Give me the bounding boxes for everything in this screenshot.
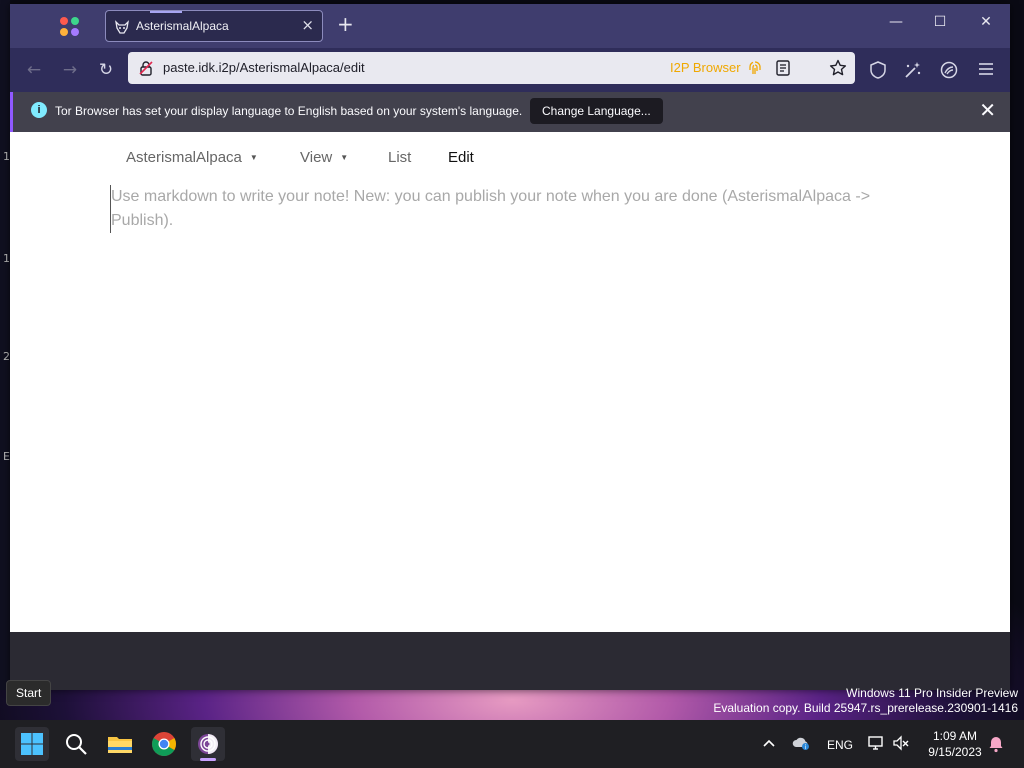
windows-logo-icon xyxy=(21,733,43,755)
url-bar[interactable]: paste.idk.i2p/AsterismalAlpaca/edit I2P … xyxy=(128,52,855,84)
maximize-button[interactable]: ☐ xyxy=(930,14,950,30)
tab-strip: AsterismalAlpaca × + — ☐ ✕ xyxy=(10,4,1010,48)
start-button[interactable] xyxy=(15,727,49,761)
taskbar-search-button[interactable] xyxy=(59,727,93,761)
url-text[interactable]: paste.idk.i2p/AsterismalAlpaca/edit xyxy=(163,60,365,75)
caret-down-icon: ▼ xyxy=(249,153,258,162)
onion-security-icon[interactable] xyxy=(138,60,154,76)
bookmark-star-icon[interactable] xyxy=(829,59,847,77)
page-content: AsterismalAlpaca ▼ View ▼ List Edit Use ma… xyxy=(10,132,1010,632)
desktop-edge-glyph: 2 xyxy=(3,350,10,363)
minimize-button[interactable]: — xyxy=(886,14,906,30)
nav-link-edit[interactable]: Edit xyxy=(448,149,474,166)
windows-watermark: Windows 11 Pro Insider Preview Evaluatio… xyxy=(713,686,1018,716)
language-indicator[interactable]: ENG xyxy=(827,738,853,752)
desktop-edge-glyph: 1 xyxy=(3,150,10,163)
notification-close-icon[interactable]: ✕ xyxy=(979,100,996,120)
chrome-icon xyxy=(152,732,176,757)
tab-close-icon[interactable]: × xyxy=(301,17,314,33)
forward-button[interactable]: → xyxy=(60,60,80,80)
alpaca-favicon-icon xyxy=(115,20,129,34)
back-button[interactable]: ← xyxy=(24,60,44,80)
desktop-edge: 1 1 2 E xyxy=(0,0,10,690)
tor-circuit-icon[interactable] xyxy=(940,61,958,79)
browser-window: AsterismalAlpaca × + — ☐ ✕ ← → ↻ paste.i… xyxy=(10,4,1010,690)
fingerprint-icon[interactable] xyxy=(748,60,762,76)
tor-browser-icon xyxy=(198,734,218,754)
network-icon[interactable] xyxy=(868,735,886,751)
system-clock[interactable]: 1:09 AM 9/15/2023 xyxy=(920,728,990,760)
nav-menu-asterismal-alpaca[interactable]: AsterismalAlpaca ▼ xyxy=(126,149,258,166)
active-app-indicator xyxy=(200,758,216,761)
clock-time: 1:09 AM xyxy=(932,729,978,743)
file-explorer-button[interactable] xyxy=(103,727,137,761)
nav-menu-view[interactable]: View ▼ xyxy=(300,149,348,166)
volume-muted-icon[interactable] xyxy=(892,735,910,751)
change-language-button[interactable]: Change Language... xyxy=(530,98,663,124)
shield-icon[interactable] xyxy=(870,61,886,79)
new-tab-button[interactable]: + xyxy=(337,14,354,34)
caret-down-icon: ▼ xyxy=(340,153,349,162)
info-icon: i xyxy=(31,102,47,118)
language-notification-bar: i Tor Browser has set your display langu… xyxy=(10,92,1010,132)
tab-asterismal-alpaca[interactable]: AsterismalAlpaca × xyxy=(105,10,323,42)
notification-bell-icon[interactable] xyxy=(988,735,1004,753)
browser-bottom-area xyxy=(10,632,1010,690)
tor-browser-button[interactable] xyxy=(191,727,225,761)
taskbar: i ENG 1:09 AM 9/15/2023 xyxy=(0,720,1024,768)
chrome-button[interactable] xyxy=(147,727,181,761)
nav-toolbar: ← → ↻ paste.idk.i2p/AsterismalAlpaca/edi… xyxy=(10,48,1010,92)
tab-title: AsterismalAlpaca xyxy=(136,19,229,33)
nav-link-list[interactable]: List xyxy=(388,149,411,166)
nav-label: View xyxy=(300,149,333,166)
watermark-line-1: Windows 11 Pro Insider Preview xyxy=(846,686,1018,700)
onedrive-icon[interactable]: i xyxy=(792,735,810,751)
nav-label: AsterismalAlpaca xyxy=(126,149,242,166)
reload-button[interactable]: ↻ xyxy=(96,60,116,80)
hamburger-menu-icon[interactable] xyxy=(978,62,994,76)
magic-wand-icon[interactable] xyxy=(904,61,922,79)
folder-icon xyxy=(108,737,132,753)
close-window-button[interactable]: ✕ xyxy=(976,14,996,30)
notification-message: Tor Browser has set your display languag… xyxy=(55,104,523,118)
reader-view-icon[interactable] xyxy=(776,60,790,76)
start-tooltip: Start xyxy=(6,680,52,706)
apps-grid-icon[interactable] xyxy=(60,17,80,37)
clock-date: 9/15/2023 xyxy=(928,745,982,759)
markdown-editor[interactable]: Use markdown to write your note! New: yo… xyxy=(110,185,891,233)
tab-accent xyxy=(150,11,182,13)
desktop-edge-glyph: 1 xyxy=(3,252,10,265)
chevron-up-icon[interactable] xyxy=(762,737,776,749)
desktop-edge-glyph: E xyxy=(3,450,10,463)
i2p-browser-label[interactable]: I2P Browser xyxy=(670,60,741,75)
watermark-line-2: Evaluation copy. Build 25947.rs_prerelea… xyxy=(713,701,1018,715)
search-icon xyxy=(66,734,87,755)
